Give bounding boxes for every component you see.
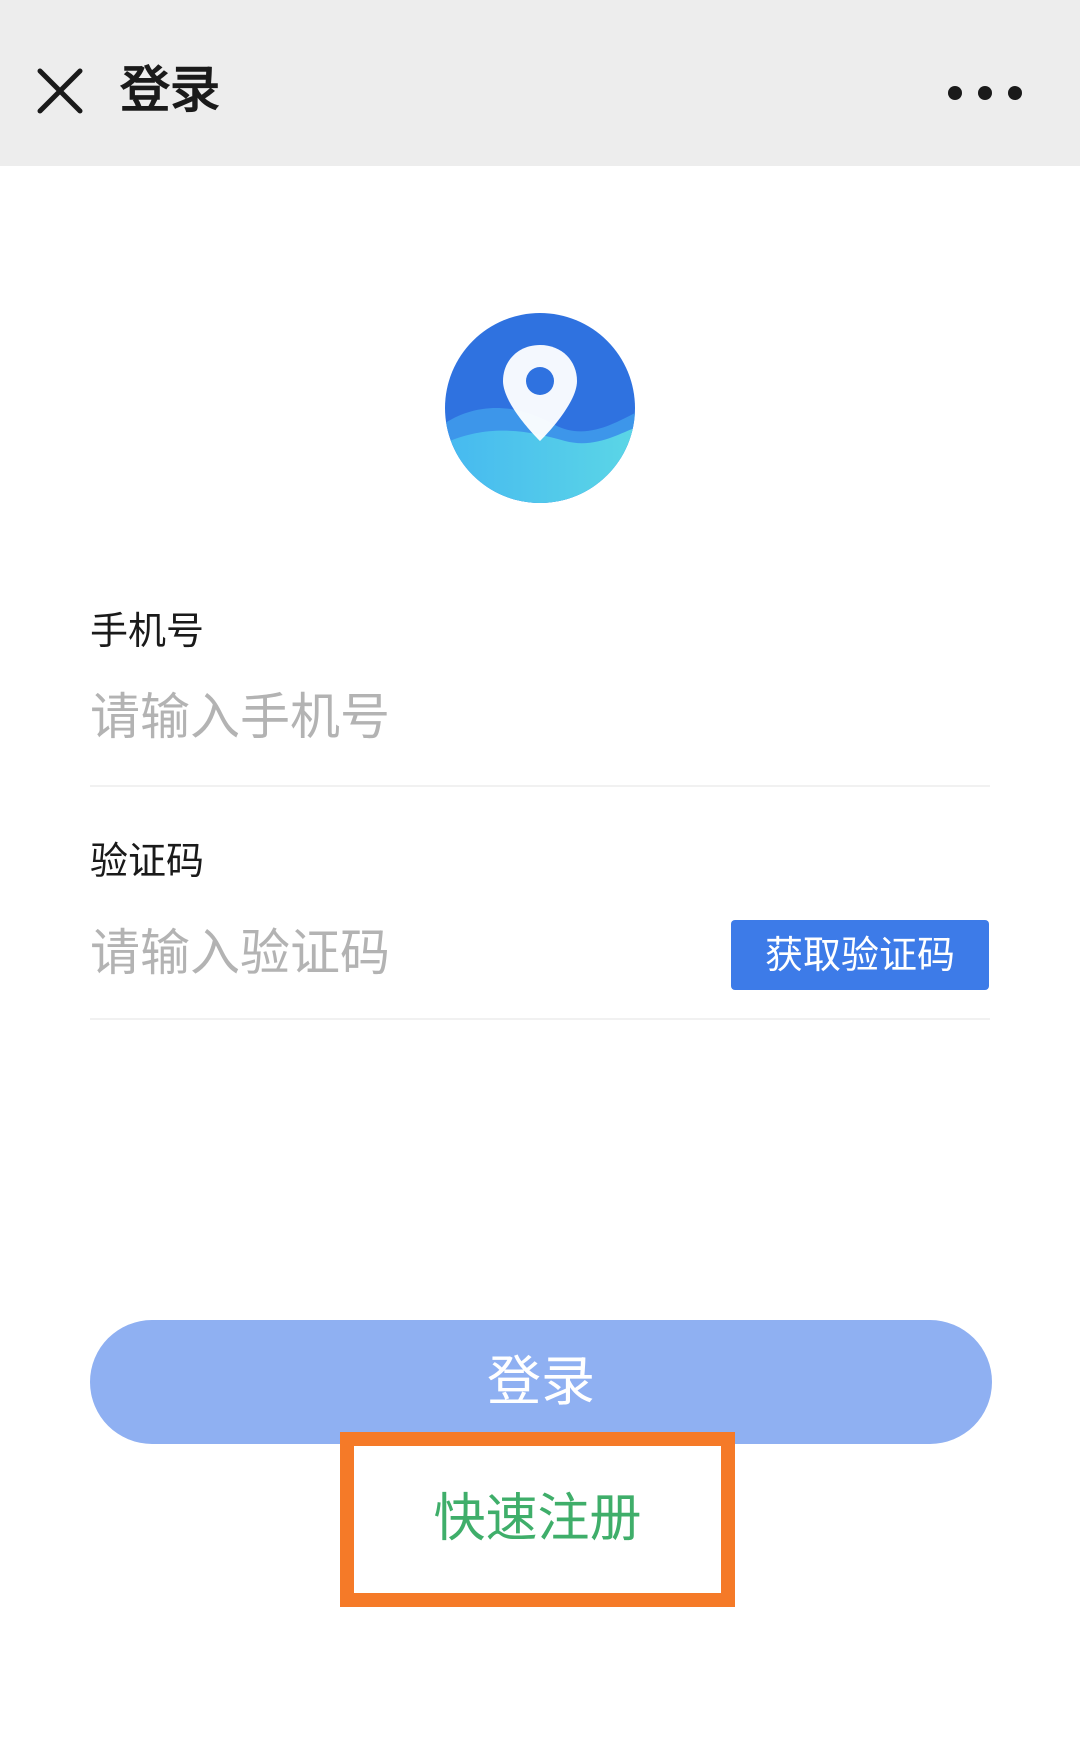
location-pin-logo-icon <box>445 313 635 503</box>
get-code-button[interactable]: 获取验证码 <box>731 920 989 990</box>
close-button[interactable] <box>32 63 88 119</box>
app-logo <box>445 313 635 503</box>
login-button[interactable]: 登录 <box>90 1320 992 1444</box>
page-title: 登录 <box>120 61 220 119</box>
phone-input[interactable] <box>90 682 690 752</box>
code-label: 验证码 <box>90 839 205 883</box>
quick-register-link[interactable]: 快速注册 <box>340 1432 735 1607</box>
code-divider <box>90 1018 990 1020</box>
more-icon <box>948 86 1022 100</box>
phone-label: 手机号 <box>90 609 205 653</box>
phone-divider <box>90 785 990 787</box>
verification-code-input[interactable] <box>90 918 690 988</box>
close-icon <box>37 68 83 114</box>
top-bar: 登录 <box>0 0 1080 166</box>
more-button[interactable] <box>940 78 1030 108</box>
